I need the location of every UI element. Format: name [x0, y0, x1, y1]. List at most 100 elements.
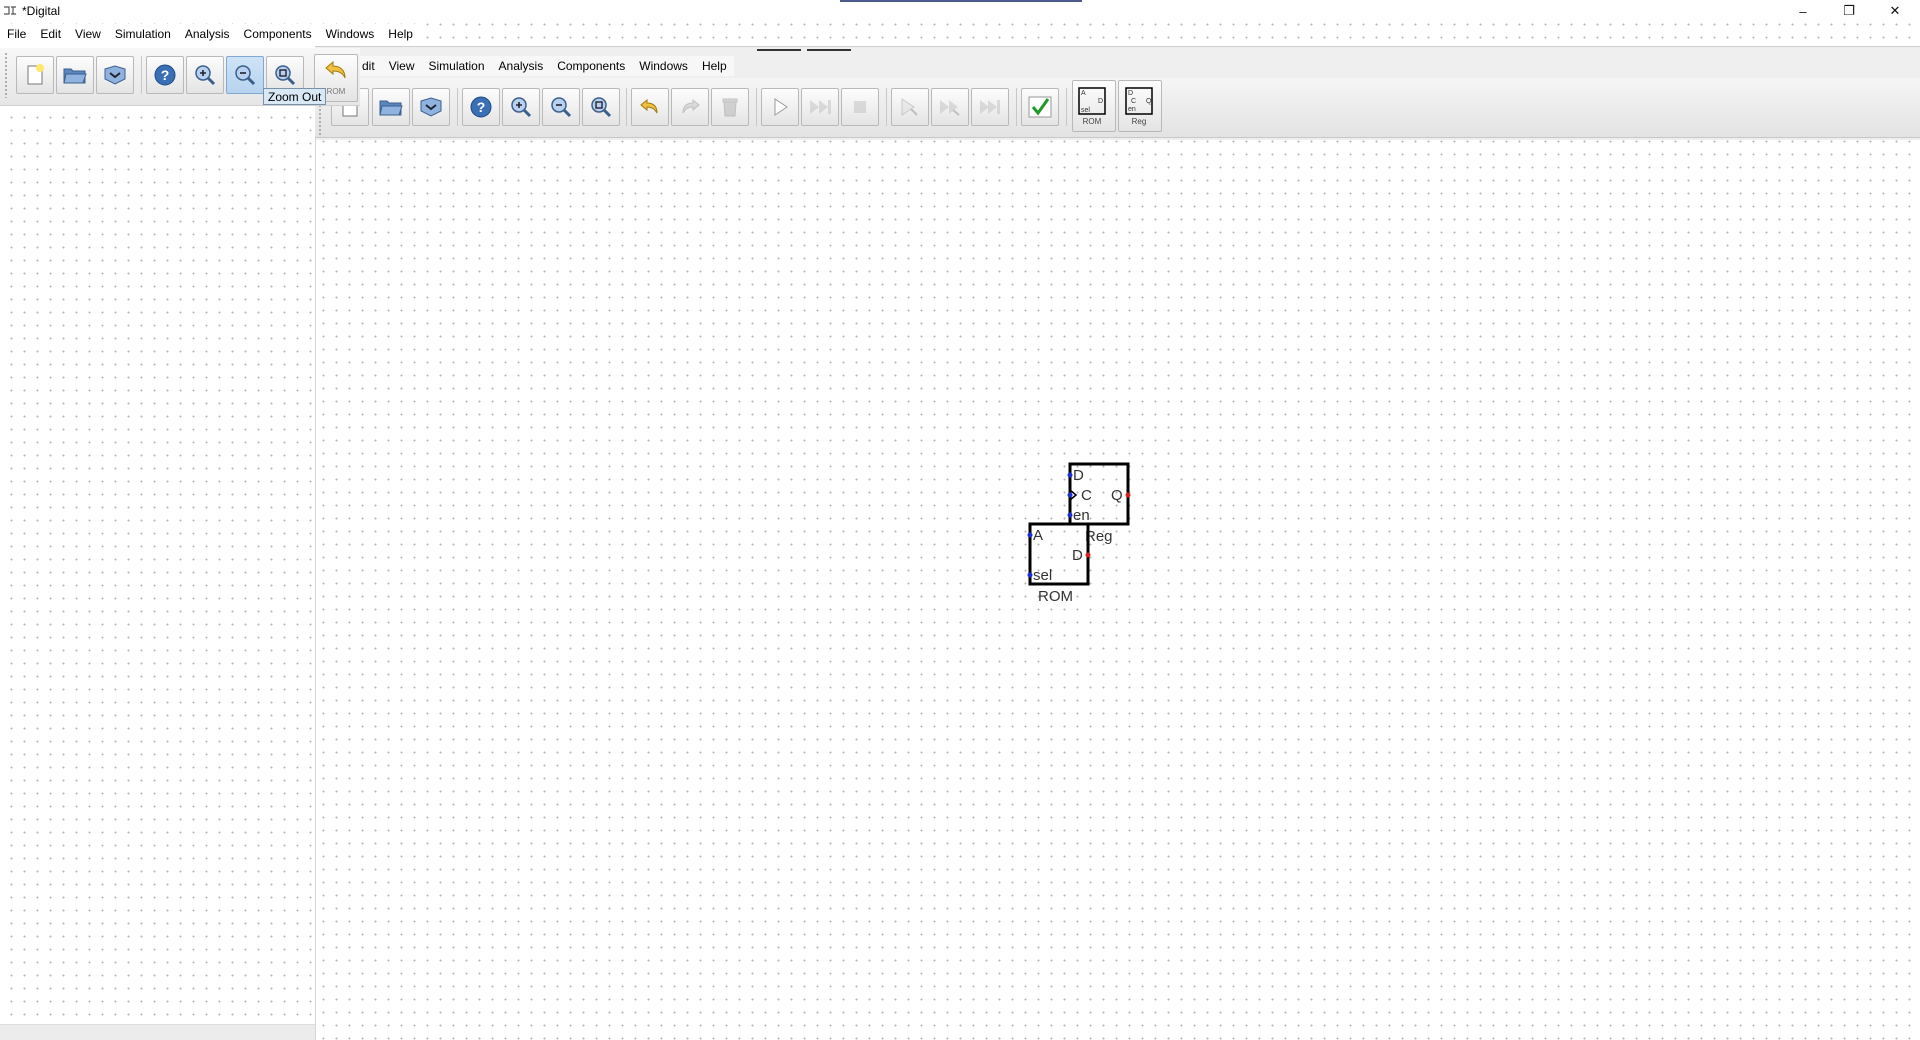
rom-component-label: ROM [1038, 588, 1073, 605]
floating-stop-button[interactable] [841, 88, 879, 126]
app-icon [4, 6, 16, 15]
main-toolbar-grip[interactable] [4, 52, 8, 98]
menu-view[interactable]: View [68, 27, 108, 41]
floating-undo-button[interactable] [631, 88, 669, 126]
rom-input-pin-a[interactable] [1027, 532, 1033, 538]
window-drag-indicator [840, 0, 1082, 2]
reg-pin-q-text: Q [1146, 98, 1152, 105]
window-title: *Digital [22, 4, 61, 18]
rom-partial-label: ROM [327, 87, 346, 96]
rom-pin-a-text: A [1081, 90, 1086, 97]
open-button[interactable] [56, 56, 94, 94]
floating-menu-view[interactable]: View [382, 59, 422, 73]
menu-windows[interactable]: Windows [319, 27, 382, 41]
zoom-out-button[interactable] [226, 56, 264, 94]
rom-output-pin-d[interactable] [1085, 552, 1091, 558]
floating-open-button[interactable] [372, 88, 410, 126]
floating-help-button[interactable]: ? [462, 88, 500, 126]
rom-pin-sel-label: sel [1033, 567, 1052, 584]
reg-input-pin-d[interactable] [1067, 472, 1073, 478]
reg-output-pin-q[interactable] [1125, 492, 1131, 498]
close-button[interactable]: ✕ [1872, 0, 1918, 22]
zoom-fit-icon [591, 97, 612, 118]
zoom-out-tooltip: Zoom Out [263, 88, 327, 105]
zoom-in-button[interactable] [186, 56, 224, 94]
trash-icon [722, 98, 738, 117]
help-icon: ? [154, 64, 176, 86]
floating-zoom-out-button[interactable] [542, 88, 580, 126]
zoom-out-icon [551, 97, 572, 118]
step-end-icon [980, 100, 1000, 114]
floating-step-end-button[interactable] [971, 88, 1009, 126]
floating-zoom-in-button[interactable] [502, 88, 540, 126]
step-fast-icon [940, 100, 960, 116]
floating-start-simulation-button[interactable] [761, 88, 799, 126]
rom-component[interactable]: A D sel ROM [1027, 522, 1091, 605]
floating-menu-windows[interactable]: Windows [632, 59, 695, 73]
maximize-button[interactable]: ❐ [1826, 0, 1872, 22]
floating-menu-bar: dit View Simulation Analysis Components … [355, 56, 734, 76]
floating-save-button[interactable] [412, 88, 450, 126]
rom-pin-a-label: A [1033, 527, 1043, 544]
menu-components[interactable]: Components [237, 27, 319, 41]
zoom-out-icon [235, 65, 256, 86]
floating-zoom-fit-button[interactable] [582, 88, 620, 126]
floating-step-fast-button[interactable] [931, 88, 969, 126]
reg-pin-d-label: D [1073, 467, 1084, 484]
stop-icon [854, 101, 866, 113]
open-folder-icon [379, 100, 403, 116]
floating-redo-button[interactable] [671, 88, 709, 126]
floating-check-button[interactable] [1021, 88, 1059, 126]
reg-pin-c-text: C [1131, 98, 1136, 105]
rom-input-pin-sel[interactable] [1027, 572, 1033, 578]
open-folder-icon [63, 68, 87, 84]
play-icon [774, 98, 788, 116]
reg-pin-d-text: D [1128, 90, 1133, 97]
menu-file[interactable]: File [0, 27, 33, 41]
rom-pin-sel-text: sel [1081, 107, 1090, 114]
svg-text:?: ? [161, 67, 170, 83]
help-icon: ? [470, 96, 492, 118]
reg-pin-en-label: en [1073, 507, 1090, 524]
floating-menu-help[interactable]: Help [695, 59, 734, 73]
main-menu-bar: File Edit View Simulation Analysis Compo… [0, 24, 420, 44]
floating-menu-simulation[interactable]: Simulation [421, 59, 491, 73]
register-component[interactable]: D C en Q Reg [1067, 462, 1131, 545]
reg-pin-en-text: en [1128, 106, 1136, 113]
floating-menu-analysis[interactable]: Analysis [492, 59, 551, 73]
floating-step-button[interactable] [891, 88, 929, 126]
floating-reg-component-button[interactable]: D C en Q Reg [1118, 80, 1162, 132]
reg-input-pin-en[interactable] [1067, 512, 1073, 518]
reg-preview-label: Reg [1132, 117, 1147, 126]
step-icon [901, 98, 918, 116]
floating-rom-component-button[interactable]: A D sel ROM [1072, 80, 1116, 132]
left-canvas-panel[interactable] [0, 106, 315, 1040]
floating-delete-button[interactable] [711, 88, 749, 126]
redo-icon [682, 98, 700, 114]
floating-fast-run-button[interactable] [801, 88, 839, 126]
menu-edit[interactable]: Edit [33, 27, 68, 41]
undo-icon [640, 98, 658, 114]
save-button[interactable] [96, 56, 134, 94]
menu-help[interactable]: Help [381, 27, 420, 41]
zoom-in-icon [195, 65, 216, 86]
title-bar: *Digital – ❐ ✕ [0, 0, 1920, 22]
left-horizontal-scrollbar[interactable] [0, 1024, 315, 1040]
help-button[interactable]: ? [146, 56, 184, 94]
floating-menu-components[interactable]: Components [550, 59, 632, 73]
menu-analysis[interactable]: Analysis [178, 27, 237, 41]
check-icon [1028, 96, 1052, 118]
zoom-fit-icon [275, 65, 296, 86]
circuit-diagram[interactable]: D C en Q Reg A D sel ROM [1020, 455, 1160, 615]
rom-preview-label: ROM [1083, 117, 1102, 126]
new-file-icon [27, 64, 44, 85]
reg-pin-c-label: C [1081, 487, 1092, 504]
new-button[interactable] [16, 56, 54, 94]
rom-pin-d-label: D [1072, 547, 1083, 564]
register-component-icon: D C en Q Reg [1125, 87, 1153, 126]
minimize-button[interactable]: – [1780, 0, 1826, 22]
menu-simulation[interactable]: Simulation [108, 27, 178, 41]
reg-input-pin-c[interactable] [1067, 492, 1073, 498]
floating-window-titlebar-marks [757, 49, 851, 52]
fast-forward-icon [810, 100, 831, 114]
